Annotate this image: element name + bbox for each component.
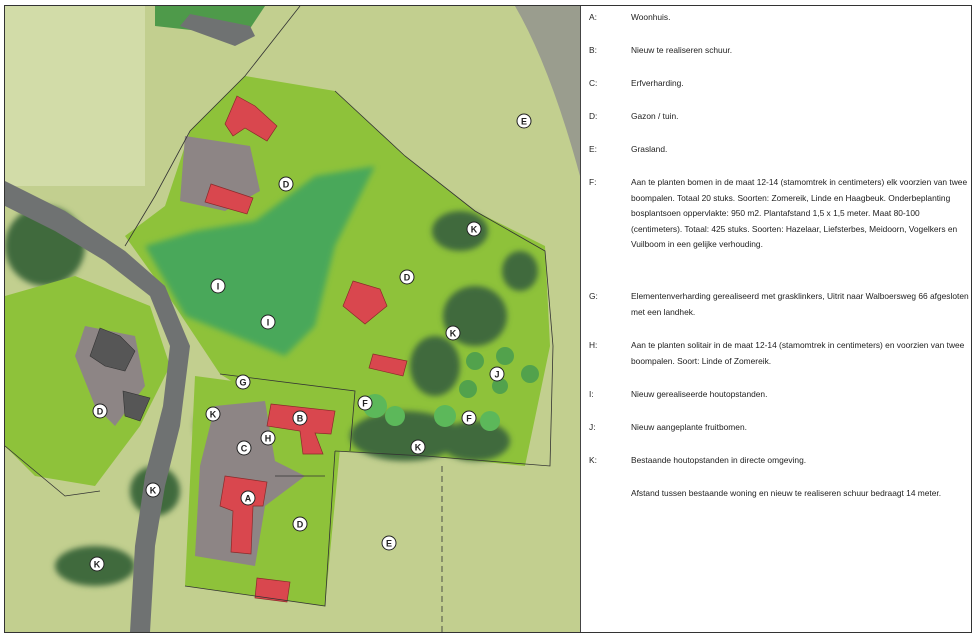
legend-text: Bestaande houtopstanden in directe omgev…: [631, 455, 807, 465]
legend-key: E:: [589, 144, 597, 154]
marker-e-2: E: [381, 535, 397, 551]
marker-h: H: [260, 430, 276, 446]
svg-text:K: K: [450, 329, 457, 339]
marker-i-2: I: [260, 314, 276, 330]
legend-text: Aan te planten bomen in de maat 12-14 (s…: [631, 177, 968, 250]
svg-text:F: F: [466, 414, 472, 424]
svg-text:A: A: [245, 494, 252, 504]
svg-text:K: K: [94, 560, 101, 570]
legend-text: Afstand tussen bestaande woning en nieuw…: [631, 488, 942, 498]
marker-b: B: [292, 410, 308, 426]
marker-k-4: K: [205, 406, 221, 422]
legend-key: C:: [589, 78, 598, 88]
marker-k-3: K: [410, 439, 426, 455]
svg-text:E: E: [386, 539, 392, 549]
svg-text:K: K: [415, 443, 422, 453]
legend-text: Elementenverharding gerealiseerd met gra…: [631, 291, 969, 317]
legend-key: J:: [589, 422, 596, 432]
legend-key: H:: [589, 340, 598, 350]
marker-i-1: I: [210, 278, 226, 294]
legend-text: Nieuw te realiseren schuur.: [631, 45, 733, 55]
marker-d-4: D: [292, 516, 308, 532]
marker-k-2: K: [445, 325, 461, 341]
legend-key: D:: [589, 111, 598, 121]
marker-c: C: [236, 440, 252, 456]
svg-text:D: D: [97, 407, 104, 417]
svg-text:E: E: [521, 117, 527, 127]
marker-e-1: E: [516, 113, 532, 129]
legend-key: F:: [589, 177, 597, 187]
legend-text: Nieuw gerealiseerde houtopstanden.: [631, 389, 768, 399]
legend-key: K:: [589, 455, 597, 465]
marker-k-1: K: [466, 221, 482, 237]
marker-g: G: [235, 374, 251, 390]
marker-f-2: F: [461, 410, 477, 426]
svg-text:C: C: [241, 444, 248, 454]
legend-text: Woonhuis.: [631, 12, 671, 22]
marker-a: A: [240, 490, 256, 506]
legend-key: I:: [589, 389, 594, 399]
svg-text:D: D: [283, 180, 290, 190]
marker-k-6: K: [89, 556, 105, 572]
svg-text:K: K: [471, 225, 478, 235]
legend-text: Aan te planten solitair in de maat 12-14…: [631, 340, 965, 366]
legend-key: G:: [589, 291, 598, 301]
svg-text:K: K: [150, 486, 157, 496]
svg-text:B: B: [297, 414, 304, 424]
marker-d-2: D: [399, 269, 415, 285]
svg-text:G: G: [239, 378, 246, 388]
svg-text:K: K: [210, 410, 217, 420]
field-northwest: [5, 6, 145, 186]
legend-panel: A: Woonhuis. B: Nieuw te realiseren schu…: [580, 6, 972, 632]
svg-text:J: J: [494, 370, 499, 380]
legend-text: Nieuw aangeplante fruitbomen.: [631, 422, 747, 432]
site-plan-map: A B C D D D D E E F F G H I I J K K K K …: [5, 6, 580, 632]
marker-f-1: F: [357, 395, 373, 411]
svg-text:I: I: [217, 282, 220, 292]
svg-text:H: H: [265, 434, 272, 444]
legend-text: Grasland.: [631, 144, 668, 154]
marker-d-3: D: [92, 403, 108, 419]
svg-text:D: D: [404, 273, 411, 283]
legend-text: Erfverharding.: [631, 78, 684, 88]
marker-j: J: [489, 366, 505, 382]
legend-key: B:: [589, 45, 597, 55]
legend-key: A:: [589, 12, 597, 22]
svg-text:D: D: [297, 520, 304, 530]
svg-text:I: I: [267, 318, 270, 328]
marker-d-1: D: [278, 176, 294, 192]
site-plan-svg: A B C D D D D E E F F G H I I J K K K K …: [5, 6, 580, 632]
legend-text: Gazon / tuin.: [631, 111, 679, 121]
svg-text:F: F: [362, 399, 368, 409]
marker-k-5: K: [145, 482, 161, 498]
